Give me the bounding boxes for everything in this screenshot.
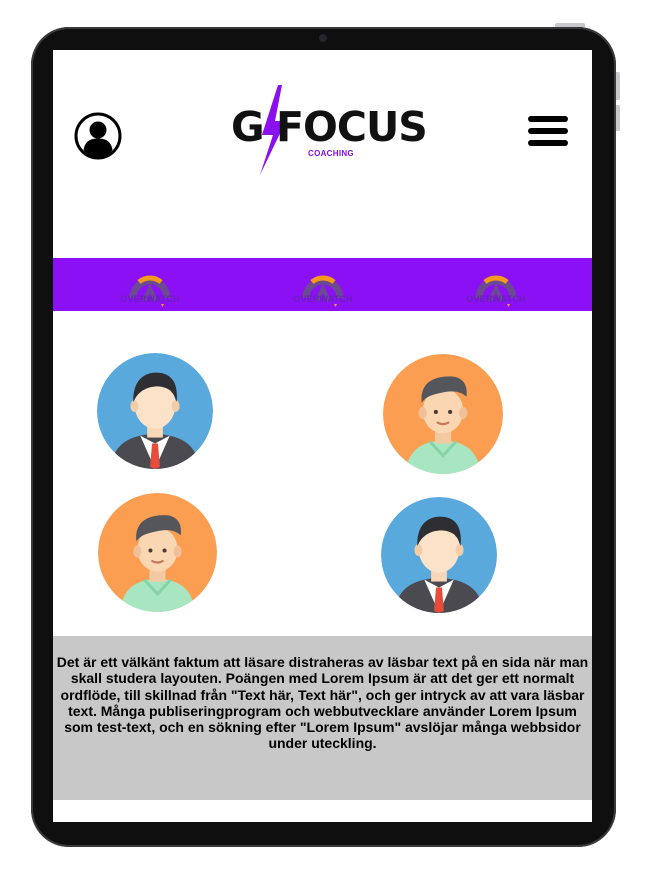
tablet-volume-up-button: [616, 72, 620, 100]
gfocus-logo[interactable]: G FOCUS COACHING: [231, 85, 428, 177]
badge-label: OVERWATCH: [293, 294, 353, 304]
logo-text-focus: FOCUS: [276, 103, 428, 151]
tablet-volume-down-button: [616, 105, 620, 131]
game-badge[interactable]: OVERWATCH: [103, 268, 197, 308]
game-badge[interactable]: OVERWATCH: [276, 268, 370, 308]
info-text-box: Det är ett välkänt faktum att läsare dis…: [53, 636, 592, 800]
screen: G FOCUS COACHING OVERWATCH OVERWATCH OVE…: [53, 50, 592, 822]
badge-label: OVERWATCH: [120, 294, 180, 304]
coach-avatar-3[interactable]: [98, 493, 217, 612]
game-badge[interactable]: OVERWATCH: [449, 268, 543, 308]
user-circle-icon[interactable]: [74, 112, 122, 160]
coach-avatar-4[interactable]: [381, 497, 497, 613]
game-banner: OVERWATCH OVERWATCH OVERWATCH: [53, 258, 592, 311]
header: G FOCUS COACHING: [53, 50, 592, 258]
logo-subtitle: COACHING: [308, 149, 354, 158]
front-camera: [319, 34, 327, 42]
info-paragraph: Det är ett välkänt faktum att läsare dis…: [56, 654, 589, 752]
coach-avatar-2[interactable]: [383, 354, 503, 474]
coach-avatar-1[interactable]: [97, 353, 213, 469]
hamburger-menu-icon[interactable]: [528, 114, 570, 148]
badge-label: OVERWATCH: [466, 294, 526, 304]
tablet-top-button: [555, 23, 585, 27]
